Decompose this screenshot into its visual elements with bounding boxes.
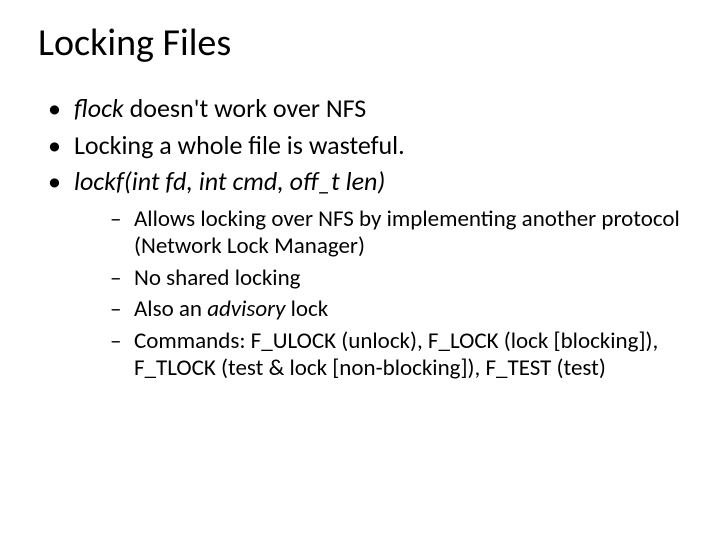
- sub-text: , F_TEST: [475, 354, 557, 382]
- slide: Locking Files flock doesn't work over NF…: [0, 0, 720, 540]
- sub-bullet-list: Allows locking over NFS by implementing …: [74, 206, 700, 384]
- sub-text: ): [358, 232, 365, 260]
- cmd-test: (test): [557, 354, 606, 382]
- bullet-item: lockf(int fd, int cmd, off_t len) Allows…: [48, 165, 700, 383]
- sub-text: No shared locking: [134, 264, 301, 292]
- bullet-list: flock doesn't work over NFS Locking a wh…: [38, 92, 700, 383]
- slide-title: Locking Files: [38, 20, 700, 66]
- sub-bullet-item: Commands: F_ULOCK (unlock), F_LOCK (lock…: [110, 328, 692, 383]
- code-flock: flock: [74, 92, 124, 124]
- cmd-unlock: (unlock): [341, 327, 417, 355]
- cmd-lock-blocking: (lock [blocking]): [504, 327, 653, 355]
- sub-bullet-item: No shared locking: [110, 265, 692, 293]
- code-lockf: lockf(int fd, int cmd, off_t len): [74, 165, 385, 197]
- sub-bullet-item: Allows locking over NFS by implementing …: [110, 206, 692, 261]
- cmd-test-lock: (test & lock [non-blocking]): [221, 354, 474, 382]
- advisory-text: advisory: [207, 295, 285, 323]
- bullet-text: doesn't work over NFS: [124, 92, 366, 124]
- bullet-item: Locking a whole file is wasteful.: [48, 129, 700, 162]
- bullet-text: Locking a whole file is wasteful.: [74, 129, 405, 161]
- sub-text: lock: [285, 295, 328, 323]
- sub-text: , F_LOCK: [417, 327, 504, 355]
- sub-text: Also an: [134, 295, 207, 323]
- sub-bullet-item: Also an advisory lock: [110, 296, 692, 324]
- nlm-text: Network Lock Manager: [141, 232, 358, 260]
- bullet-item: flock doesn't work over NFS: [48, 92, 700, 125]
- sub-text: Commands: F_ULOCK: [134, 327, 341, 355]
